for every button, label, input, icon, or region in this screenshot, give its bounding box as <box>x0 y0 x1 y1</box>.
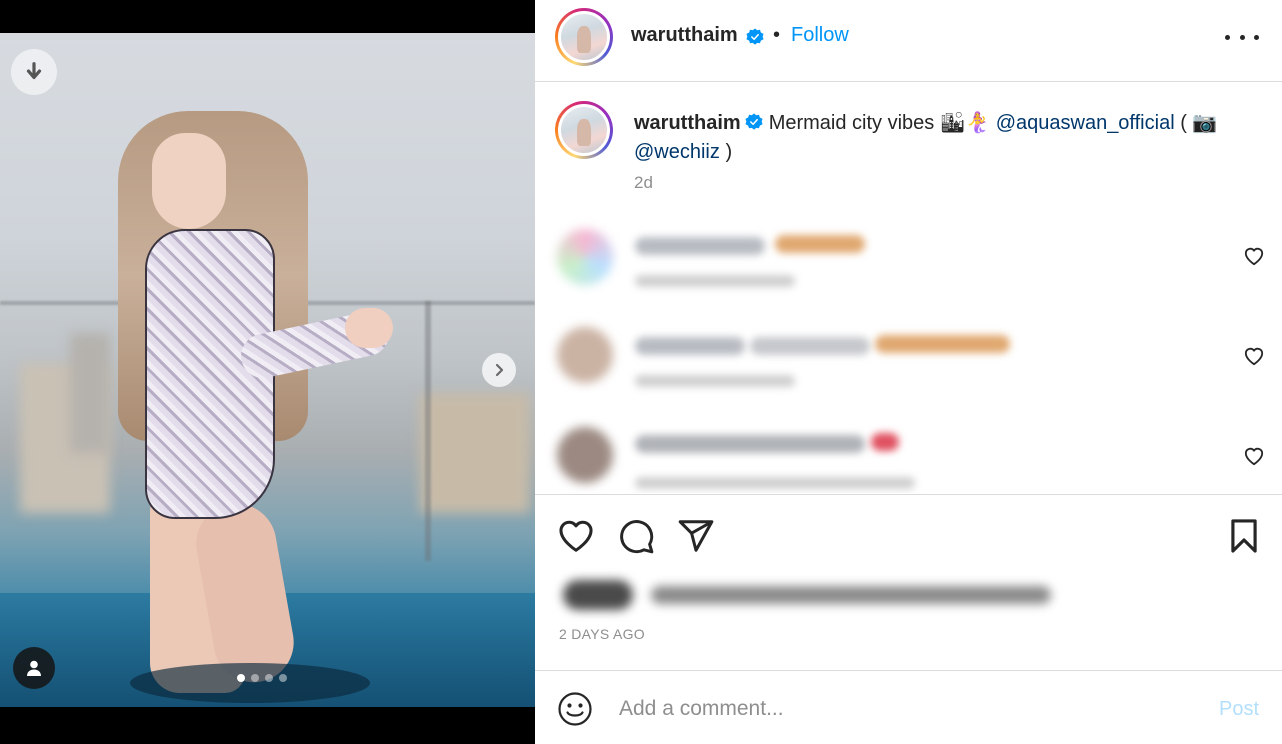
comment-item <box>535 213 1282 303</box>
comment-composer: Post <box>535 670 1282 744</box>
post-media-panel <box>0 0 535 744</box>
comment-username[interactable] <box>635 337 745 355</box>
action-bar <box>535 494 1282 570</box>
heart-icon[interactable] <box>1243 246 1265 266</box>
comment-text <box>875 335 1010 353</box>
user-tag-icon <box>27 660 41 676</box>
verified-badge-icon <box>746 28 764 45</box>
post-details-panel: warutthaim • Follow warutthaim Mermaid c… <box>535 0 1282 744</box>
carousel-dot <box>265 674 273 682</box>
comment-meta <box>635 275 795 287</box>
comment-meta <box>635 375 795 387</box>
follow-button[interactable]: Follow <box>791 24 849 47</box>
download-icon <box>26 62 42 80</box>
mention-link[interactable]: @aquaswan_official <box>996 112 1175 134</box>
comment-username[interactable] <box>635 237 765 255</box>
post-header: warutthaim • Follow <box>535 0 1282 82</box>
comment-text <box>871 433 899 451</box>
comment-input[interactable] <box>619 691 1179 727</box>
post-photo[interactable] <box>0 33 535 707</box>
caption-username[interactable]: warutthaim <box>634 112 741 134</box>
separator-dot: • <box>773 24 781 46</box>
post-date[interactable]: 2 DAYS AGO <box>559 626 645 642</box>
liker-avatars <box>563 580 633 610</box>
download-button[interactable] <box>11 49 57 95</box>
caption-avatar[interactable] <box>555 101 613 159</box>
next-slide-button[interactable] <box>482 353 516 387</box>
comment-icon[interactable] <box>617 517 655 555</box>
chevron-right-icon <box>495 363 504 377</box>
emoji-icon[interactable] <box>557 691 593 727</box>
comment-avatar[interactable] <box>557 427 613 483</box>
background-building <box>70 333 110 453</box>
comment-item <box>535 313 1282 403</box>
model-face <box>152 133 226 229</box>
likes-text <box>651 586 1051 604</box>
share-icon[interactable] <box>677 517 715 555</box>
heart-icon[interactable] <box>1243 446 1265 466</box>
carousel-indicator <box>237 674 287 682</box>
caption-text: Mermaid city vibes 🏙🧜‍♀️ <box>768 112 991 134</box>
comment-avatar[interactable] <box>557 327 613 383</box>
post-caption: warutthaim Mermaid city vibes 🏙🧜‍♀️ @aqu… <box>634 109 1254 167</box>
comments-section: warutthaim Mermaid city vibes 🏙🧜‍♀️ @aqu… <box>535 83 1282 493</box>
mention-link[interactable]: @wechiiz <box>634 141 720 163</box>
comment-text <box>750 337 870 355</box>
railing-post <box>425 301 431 561</box>
water-ripple <box>130 663 370 703</box>
carousel-dot <box>279 674 287 682</box>
verified-badge-icon <box>745 113 763 130</box>
comment-username[interactable] <box>635 435 865 453</box>
caption-timestamp[interactable]: 2d <box>634 173 653 193</box>
heart-icon[interactable] <box>557 517 595 555</box>
comment-meta <box>635 477 915 489</box>
comment-text <box>775 235 865 253</box>
more-options-icon[interactable] <box>1225 24 1259 50</box>
model-hand <box>345 308 393 348</box>
comment-avatar[interactable] <box>557 229 613 285</box>
background-building <box>420 393 530 513</box>
bookmark-icon[interactable] <box>1225 517 1263 555</box>
carousel-dot <box>251 674 259 682</box>
carousel-dot <box>237 674 245 682</box>
caption-text: ( 📷 <box>1174 112 1218 134</box>
username-link[interactable]: warutthaim <box>631 24 738 47</box>
likes-summary[interactable] <box>555 572 1255 618</box>
tagged-users-button[interactable] <box>13 647 55 689</box>
avatar[interactable] <box>555 8 613 66</box>
comment-item <box>535 413 1282 493</box>
caption-text: ) <box>719 141 733 163</box>
post-comment-button[interactable]: Post <box>1219 698 1259 721</box>
heart-icon[interactable] <box>1243 346 1265 366</box>
